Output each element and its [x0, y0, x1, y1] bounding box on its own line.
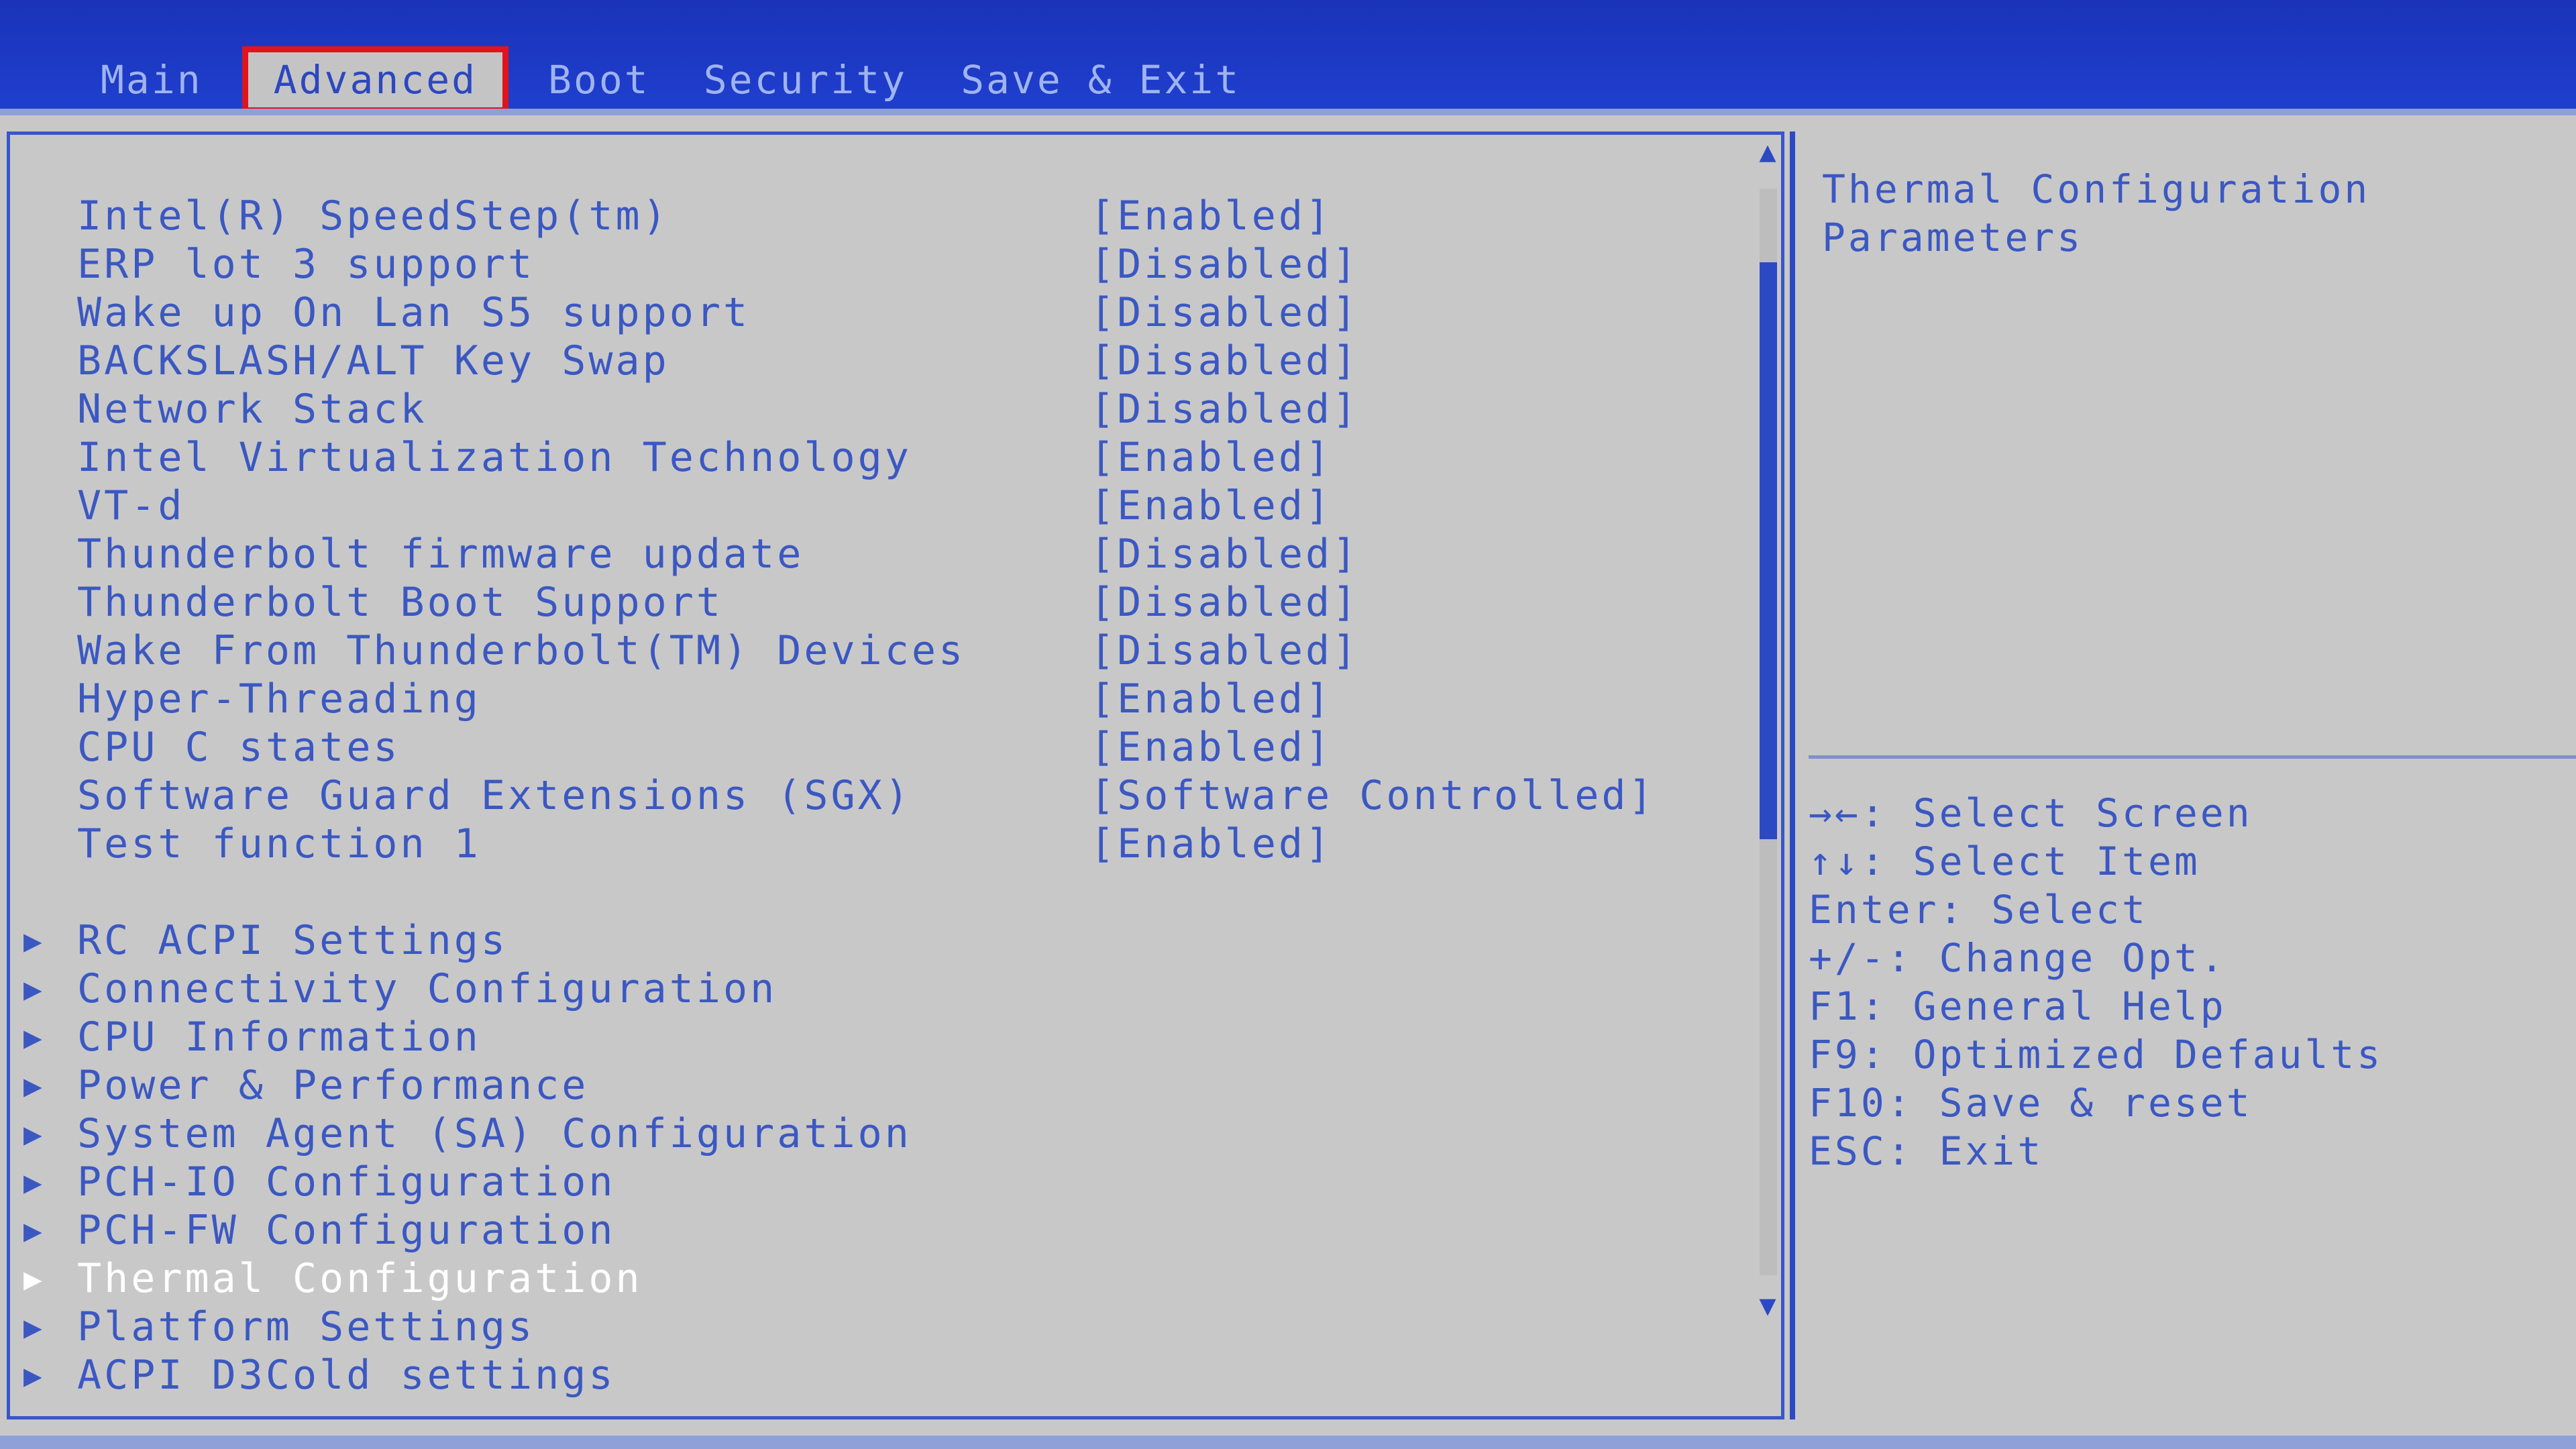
setting-value[interactable]: [Disabled] [1090, 385, 1359, 433]
scroll-thumb[interactable] [1760, 262, 1777, 839]
setting-label: Network Stack [77, 386, 427, 433]
key-hint-select-item: ↑↓: Select Item [1809, 839, 2200, 884]
key-hint-optimized-defaults: F9: Optimized Defaults [1809, 1032, 2383, 1077]
submenu-cpu-information[interactable]: ▶ CPU Information [23, 1013, 481, 1061]
setting-row-sgx[interactable]: Software Guard Extensions (SGX) [Software… [77, 771, 1656, 820]
submenu-arrow-icon: ▶ [23, 1067, 45, 1104]
setting-row-virtualization[interactable]: Intel Virtualization Technology [Enabled] [77, 433, 1332, 482]
tab-save-exit[interactable]: Save & Exit [934, 51, 1267, 109]
submenu-label: RC ACPI Settings [77, 917, 508, 964]
setting-value[interactable]: [Disabled] [1090, 627, 1359, 675]
submenu-power-performance[interactable]: ▶ Power & Performance [23, 1061, 588, 1110]
setting-label: Test function 1 [77, 820, 481, 867]
submenu-connectivity[interactable]: ▶ Connectivity Configuration [23, 965, 777, 1013]
setting-label: CPU C states [77, 724, 400, 771]
setting-value[interactable]: [Disabled] [1090, 337, 1359, 385]
submenu-arrow-icon: ▶ [23, 1357, 45, 1393]
setting-value[interactable]: [Disabled] [1090, 530, 1359, 578]
setting-row-wake-thunderbolt[interactable]: Wake From Thunderbolt(TM) Devices [Disabl… [77, 627, 1359, 675]
submenu-label: System Agent (SA) Configuration [77, 1110, 912, 1157]
setting-row-vtd[interactable]: VT-d [Enabled] [77, 482, 1332, 530]
submenu-label: CPU Information [77, 1014, 481, 1061]
setting-label: Intel(R) SpeedStep(tm) [77, 193, 669, 239]
key-hint-enter: Enter: Select [1809, 887, 2148, 932]
submenu-thermal-configuration[interactable]: ▶ Thermal Configuration [23, 1254, 643, 1303]
setting-value[interactable]: [Enabled] [1090, 482, 1332, 530]
setting-row-erp[interactable]: ERP lot 3 support [Disabled] [77, 240, 1359, 288]
submenu-arrow-icon: ▶ [23, 1212, 45, 1248]
tab-advanced[interactable]: Advanced [241, 46, 509, 113]
submenu-arrow-icon: ▶ [23, 1260, 45, 1297]
settings-panel: Intel(R) SpeedStep(tm) [Enabled] ERP lot … [7, 131, 1784, 1419]
submenu-arrow-icon: ▶ [23, 922, 45, 959]
setting-value[interactable]: [Enabled] [1090, 433, 1332, 482]
setting-label: Wake From Thunderbolt(TM) Devices [77, 627, 966, 674]
key-hint-exit: ESC: Exit [1809, 1128, 2044, 1174]
submenu-arrow-icon: ▶ [23, 1116, 45, 1152]
submenu-label: Platform Settings [77, 1303, 535, 1350]
help-panel: Thermal Configuration Parameters →←: Sel… [1790, 131, 2576, 1419]
help-divider [1809, 755, 2576, 759]
setting-value[interactable]: [Disabled] [1090, 288, 1359, 337]
help-description-line: Thermal Configuration [1822, 166, 2371, 212]
setting-row-thunderbolt-boot[interactable]: Thunderbolt Boot Support [Disabled] [77, 578, 1359, 627]
setting-label: Intel Virtualization Technology [77, 434, 912, 481]
setting-value[interactable]: [Software Controlled] [1090, 771, 1656, 820]
setting-value[interactable]: [Enabled] [1090, 192, 1332, 240]
setting-value[interactable]: [Disabled] [1090, 578, 1359, 627]
tab-boot[interactable]: Boot [521, 51, 677, 109]
submenu-pch-io[interactable]: ▶ PCH-IO Configuration [23, 1158, 615, 1206]
setting-row-test-function[interactable]: Test function 1 [Enabled] [77, 820, 1332, 868]
setting-value[interactable]: [Enabled] [1090, 820, 1332, 868]
submenu-label: ACPI D3Cold settings [77, 1352, 616, 1399]
submenu-arrow-icon: ▶ [23, 1309, 45, 1345]
scroll-up-icon[interactable]: ▲ [1754, 135, 1781, 168]
tab-main[interactable]: Main [74, 51, 229, 109]
submenu-system-agent[interactable]: ▶ System Agent (SA) Configuration [23, 1110, 912, 1158]
setting-row-thunderbolt-firmware[interactable]: Thunderbolt firmware update [Disabled] [77, 530, 1359, 578]
submenu-label: Power & Performance [77, 1062, 589, 1109]
setting-label: BACKSLASH/ALT Key Swap [77, 337, 669, 384]
setting-row-cpu-c-states[interactable]: CPU C states [Enabled] [77, 723, 1332, 771]
bios-frame: Intel(R) SpeedStep(tm) [Enabled] ERP lot … [0, 109, 2576, 1449]
top-menu-bar: Main Advanced Boot Security Save & Exit [0, 0, 2576, 113]
bottom-strip [0, 1436, 2576, 1449]
setting-label: VT-d [77, 482, 185, 529]
setting-label: Software Guard Extensions (SGX) [77, 772, 912, 819]
setting-label: Thunderbolt Boot Support [77, 579, 723, 626]
submenu-label: PCH-FW Configuration [77, 1207, 616, 1254]
submenu-label: Connectivity Configuration [77, 965, 777, 1012]
tab-bar: Main Advanced Boot Security Save & Exit [74, 46, 1267, 113]
tab-security[interactable]: Security [677, 51, 934, 109]
help-description-line: Parameters [1822, 215, 2084, 260]
submenu-platform-settings[interactable]: ▶ Platform Settings [23, 1303, 535, 1351]
submenu-label: Thermal Configuration [77, 1255, 643, 1302]
scrollbar[interactable]: ▲ ▼ [1754, 135, 1781, 1342]
setting-row-key-swap[interactable]: BACKSLASH/ALT Key Swap [Disabled] [77, 337, 1359, 385]
submenu-pch-fw[interactable]: ▶ PCH-FW Configuration [23, 1206, 615, 1254]
setting-value[interactable]: [Enabled] [1090, 723, 1332, 771]
key-hint-general-help: F1: General Help [1809, 983, 2226, 1029]
setting-label: Wake up On Lan S5 support [77, 289, 751, 336]
setting-label: ERP lot 3 support [77, 241, 535, 288]
setting-row-speedstep[interactable]: Intel(R) SpeedStep(tm) [Enabled] [77, 192, 1332, 240]
scroll-down-icon[interactable]: ▼ [1754, 1289, 1781, 1322]
setting-row-hyper-threading[interactable]: Hyper-Threading [Enabled] [77, 675, 1332, 723]
submenu-arrow-icon: ▶ [23, 1019, 45, 1055]
key-hint-save-reset: F10: Save & reset [1809, 1080, 2253, 1126]
submenu-rc-acpi[interactable]: ▶ RC ACPI Settings [23, 916, 508, 965]
setting-row-network-stack[interactable]: Network Stack [Disabled] [77, 385, 1359, 433]
key-hint-select-screen: →←: Select Screen [1809, 790, 2253, 836]
setting-label: Hyper-Threading [77, 676, 481, 722]
setting-label: Thunderbolt firmware update [77, 531, 804, 578]
submenu-arrow-icon: ▶ [23, 1164, 45, 1200]
submenu-acpi-d3cold[interactable]: ▶ ACPI D3Cold settings [23, 1351, 615, 1399]
submenu-arrow-icon: ▶ [23, 971, 45, 1007]
submenu-label: PCH-IO Configuration [77, 1159, 616, 1205]
setting-row-wake-on-lan[interactable]: Wake up On Lan S5 support [Disabled] [77, 288, 1359, 337]
setting-value[interactable]: [Enabled] [1090, 675, 1332, 723]
setting-value[interactable]: [Disabled] [1090, 240, 1359, 288]
key-hint-change-opt: +/-: Change Opt. [1809, 935, 2226, 981]
